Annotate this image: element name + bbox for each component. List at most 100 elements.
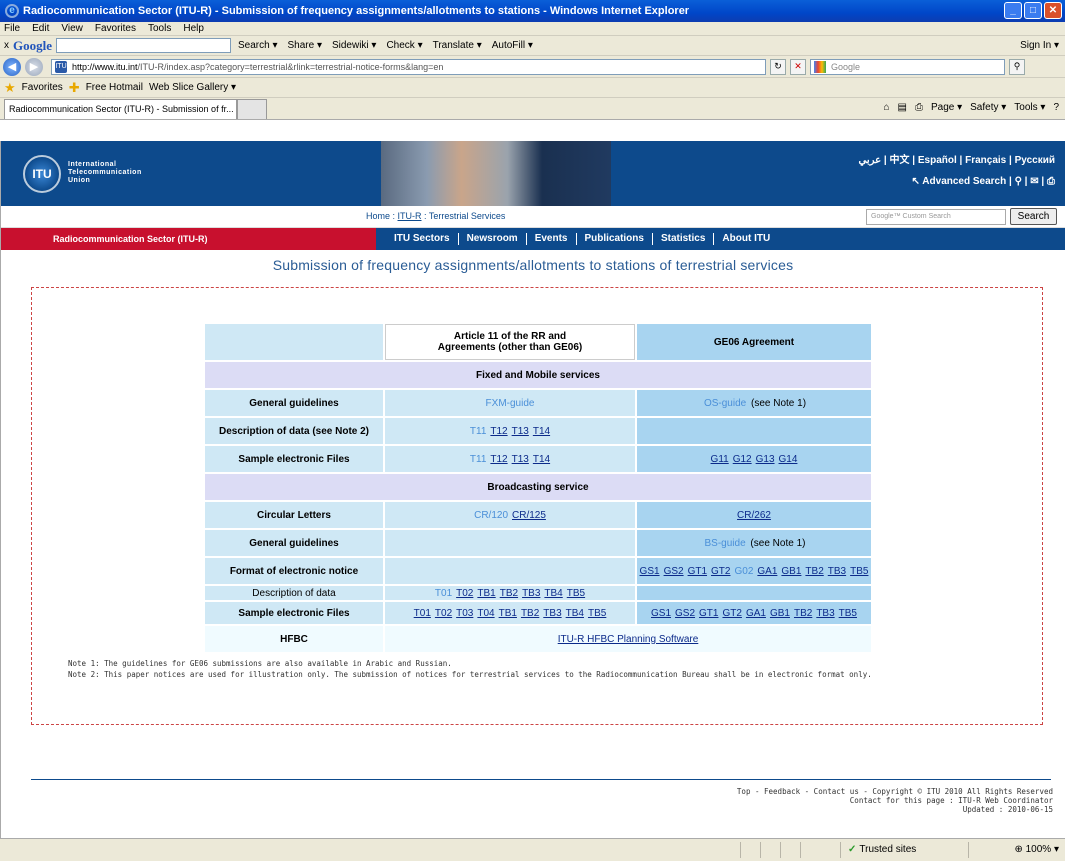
link-cr-120[interactable]: CR/120 [474, 510, 508, 521]
link-g11[interactable]: G11 [711, 454, 729, 465]
link-hfbc-planning-software[interactable]: ITU-R HFBC Planning Software [558, 634, 699, 645]
link-ge06-sample-tb5[interactable]: TB5 [839, 608, 857, 619]
link-sample-tb5[interactable]: TB5 [588, 608, 606, 619]
google-toolbar-close[interactable]: x [4, 40, 9, 51]
forward-button[interactable]: ▶ [25, 57, 43, 76]
link-format-tb2[interactable]: TB2 [805, 566, 823, 577]
link-ge06-sample-gt1[interactable]: GT1 [699, 608, 718, 619]
google-share-button[interactable]: Share ▾ [284, 40, 324, 51]
nav-statistics[interactable]: Statistics [653, 233, 715, 245]
link-format-ga1[interactable]: GA1 [757, 566, 777, 577]
link-format-tb3[interactable]: TB3 [828, 566, 846, 577]
link-format-gs2[interactable]: GS2 [664, 566, 684, 577]
add-favorite-icon[interactable]: ✚ [69, 80, 80, 96]
link-cr-125[interactable]: CR/125 [512, 510, 546, 521]
new-tab-button[interactable] [237, 99, 267, 119]
favorites-button[interactable]: Favorites [22, 82, 63, 93]
google-sidewiki-button[interactable]: Sidewiki ▾ [329, 40, 379, 51]
link-format-g02[interactable]: G02 [734, 566, 753, 577]
menu-tools[interactable]: Tools [148, 22, 171, 35]
link-format-gs1[interactable]: GS1 [640, 566, 660, 577]
tab-itu-r[interactable]: Radiocommunication Sector (ITU-R) - Subm… [4, 99, 237, 119]
link-fm-sample-t12[interactable]: T12 [490, 454, 507, 465]
link-fm-sample-t14[interactable]: T14 [533, 454, 550, 465]
link-fm-desc-t13[interactable]: T13 [512, 426, 529, 437]
link-desc-tb4[interactable]: TB4 [544, 588, 562, 599]
nav-itu-sectors[interactable]: ITU Sectors [386, 233, 459, 245]
link-desc-t01[interactable]: T01 [435, 588, 452, 599]
link-format-tb5[interactable]: TB5 [850, 566, 868, 577]
nav-sector-link[interactable]: Radiocommunication Sector (ITU-R) [1, 228, 376, 250]
nav-about-itu[interactable]: About ITU [714, 233, 778, 245]
menu-help[interactable]: Help [183, 22, 204, 35]
link-format-gb1[interactable]: GB1 [781, 566, 801, 577]
refresh-icon[interactable]: ↻ [770, 58, 786, 75]
link-desc-tb2[interactable]: TB2 [500, 588, 518, 599]
zoom-control[interactable]: ⊕ 100% ▾ [1014, 844, 1059, 855]
site-search-input[interactable]: Google™ Custom Search [866, 209, 1006, 225]
link-ge06-sample-tb2[interactable]: TB2 [794, 608, 812, 619]
link-sample-t03[interactable]: T03 [456, 608, 473, 619]
link-ge06-sample-gs2[interactable]: GS2 [675, 608, 695, 619]
google-search-button[interactable]: Search ▾ [235, 40, 280, 51]
link-g14[interactable]: G14 [779, 454, 798, 465]
google-check-button[interactable]: Check ▾ [383, 40, 425, 51]
security-zone[interactable]: ✓ Trusted sites [848, 844, 916, 855]
link-sample-tb4[interactable]: TB4 [566, 608, 584, 619]
footer-contact[interactable]: Contact for this page : ITU-R Web Coordi… [737, 796, 1053, 805]
google-sign-in-button[interactable]: Sign In ▾ [1020, 40, 1065, 51]
tools-menu[interactable]: Tools ▾ [1014, 102, 1045, 113]
back-button[interactable]: ◀ [3, 57, 21, 76]
footer-links[interactable]: Top - Feedback - Contact us - Copyright … [737, 787, 1053, 796]
link-format-gt1[interactable]: GT1 [688, 566, 707, 577]
link-g12[interactable]: G12 [733, 454, 752, 465]
favorites-star-icon[interactable]: ★ [4, 80, 16, 96]
breadcrumb-home[interactable]: Home : [366, 211, 398, 221]
link-sample-t02[interactable]: T02 [435, 608, 452, 619]
link-sample-t04[interactable]: T04 [477, 608, 494, 619]
link-desc-tb1[interactable]: TB1 [477, 588, 495, 599]
link-format-gt2[interactable]: GT2 [711, 566, 730, 577]
menu-edit[interactable]: Edit [32, 22, 49, 35]
link-bs-guide[interactable]: BS-guide [705, 538, 746, 549]
stop-icon[interactable]: ✕ [790, 58, 806, 75]
link-fm-desc-t12[interactable]: T12 [490, 426, 507, 437]
itu-logo[interactable]: ITU [23, 155, 61, 193]
link-ge06-sample-gt2[interactable]: GT2 [722, 608, 741, 619]
link-fm-desc-t11[interactable]: T11 [470, 426, 487, 437]
feeds-icon[interactable]: ▤ [898, 102, 907, 113]
link-os-guide[interactable]: OS-guide [704, 398, 746, 409]
link-g13[interactable]: G13 [756, 454, 775, 465]
help-icon[interactable]: ? [1053, 102, 1059, 113]
link-sample-tb3[interactable]: TB3 [543, 608, 561, 619]
link-desc-t02[interactable]: T02 [456, 588, 473, 599]
link-ge06-sample-gs1[interactable]: GS1 [651, 608, 671, 619]
menu-file[interactable]: File [4, 22, 20, 35]
link-fm-sample-t13[interactable]: T13 [512, 454, 529, 465]
window-title-bar[interactable]: e Radiocommunication Sector (ITU-R) - Su… [0, 0, 1065, 22]
favorite-free-hotmail[interactable]: Free Hotmail [86, 82, 143, 93]
link-ge06-sample-gb1[interactable]: GB1 [770, 608, 790, 619]
page-menu[interactable]: Page ▾ [931, 102, 962, 113]
minimize-button[interactable]: _ [1004, 2, 1022, 19]
link-sample-tb2[interactable]: TB2 [521, 608, 539, 619]
site-search-button[interactable]: Search [1010, 208, 1057, 225]
link-cr-262[interactable]: CR/262 [737, 510, 771, 521]
link-ge06-sample-ga1[interactable]: GA1 [746, 608, 766, 619]
nav-publications[interactable]: Publications [577, 233, 653, 245]
print-icon[interactable]: ⎙ [915, 102, 923, 113]
nav-newsroom[interactable]: Newsroom [459, 233, 527, 245]
language-links[interactable]: عربي | 中文 | Español | Français | Русский [859, 151, 1055, 166]
menu-view[interactable]: View [61, 22, 83, 35]
link-ge06-sample-tb3[interactable]: TB3 [816, 608, 834, 619]
link-sample-t01[interactable]: T01 [414, 608, 431, 619]
breadcrumb-itur[interactable]: ITU-R [398, 211, 422, 221]
menu-favorites[interactable]: Favorites [95, 22, 136, 35]
maximize-button[interactable]: □ [1024, 2, 1042, 19]
url-field[interactable]: ITU http://www.itu.int/ITU-R/index.asp?c… [51, 58, 766, 75]
google-toolbar-search-input[interactable] [56, 38, 231, 53]
search-icon[interactable]: ⚲ [1009, 58, 1025, 75]
link-desc-tb3[interactable]: TB3 [522, 588, 540, 599]
nav-events[interactable]: Events [527, 233, 577, 245]
google-translate-button[interactable]: Translate ▾ [430, 40, 485, 51]
